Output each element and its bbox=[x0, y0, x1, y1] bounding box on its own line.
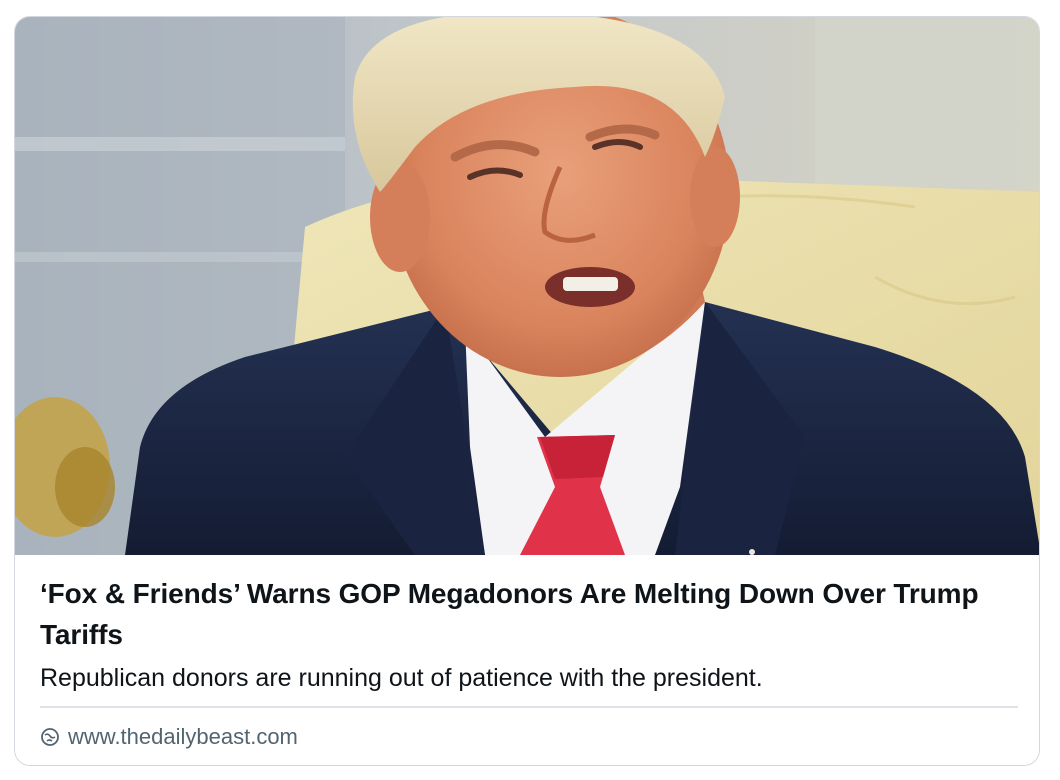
article-photo-illustration bbox=[15, 17, 1039, 555]
link-globe-icon bbox=[40, 727, 60, 747]
article-photo[interactable] bbox=[15, 17, 1039, 555]
article-title[interactable]: ‘Fox & Friends’ Warns GOP Megadonors Are… bbox=[40, 573, 1020, 655]
article-description: Republican donors are running out of pat… bbox=[40, 664, 763, 692]
domain-label: www.thedailybeast.com bbox=[68, 724, 298, 749]
card-text: ‘Fox & Friends’ Warns GOP Megadonors Are… bbox=[40, 573, 1020, 694]
link-preview-card[interactable]: ‘Fox & Friends’ Warns GOP Megadonors Are… bbox=[14, 16, 1040, 766]
source-domain[interactable]: www.thedailybeast.com bbox=[40, 722, 298, 752]
divider bbox=[40, 706, 1018, 708]
